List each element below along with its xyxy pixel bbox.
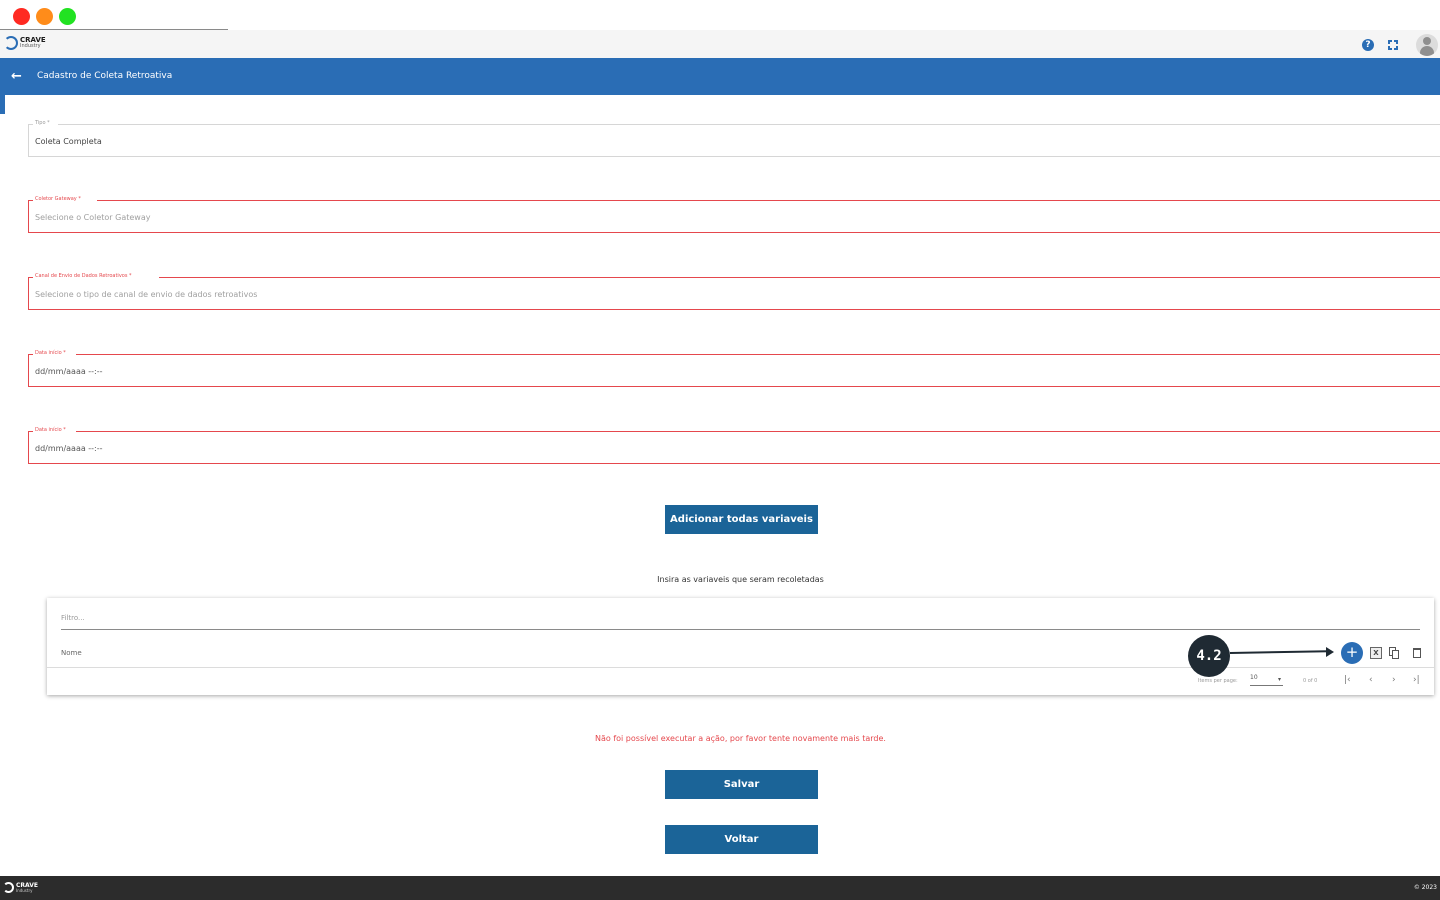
copyright: © 2023 (1413, 884, 1437, 891)
annotation-badge: 4.2 (1188, 635, 1230, 677)
caret-down-icon: ▾ (1277, 676, 1281, 683)
data-inicio-label: Data início * (35, 350, 66, 356)
logo-ring-icon (4, 36, 18, 50)
tipo-select[interactable]: Tipo * Coleta Completa (28, 120, 1440, 157)
next-page-icon[interactable]: › (1392, 675, 1396, 685)
variables-instruction: Insira as variaveis que seram recoletada… (657, 575, 824, 584)
back-button[interactable]: Voltar (665, 825, 818, 854)
items-per-page-label: Items per page: (1198, 678, 1238, 684)
tipo-value: Coleta Completa (35, 137, 102, 146)
data-fim-label: Data início * (35, 427, 66, 433)
brand-logo[interactable]: CRAVE Industry (4, 36, 46, 50)
maximize-window-button[interactable] (59, 8, 76, 25)
top-bar: CRAVE Industry ? (0, 30, 1440, 58)
add-all-variables-button[interactable]: Adicionar todas variaveis (665, 505, 818, 534)
error-message: Não foi possível executar a ação, por fa… (595, 734, 886, 743)
copy-icon[interactable] (1389, 647, 1399, 659)
items-per-page-select[interactable]: 10 ▾ (1250, 674, 1283, 686)
page-header: ← Cadastro de Coleta Retroativa (0, 58, 1440, 95)
data-inicio-input[interactable]: Data início * dd/mm/aaaa --:-- (28, 350, 1440, 387)
data-inicio-value: dd/mm/aaaa --:-- (35, 367, 103, 376)
filter-underline (61, 629, 1420, 630)
data-fim-input[interactable]: Data início * dd/mm/aaaa --:-- (28, 427, 1440, 464)
window-chrome (0, 0, 1440, 30)
top-bar-actions: ? (1362, 33, 1440, 57)
save-button[interactable]: Salvar (665, 770, 818, 799)
coletor-gateway-label: Coletor Gateway * (35, 196, 81, 202)
minimize-window-button[interactable] (36, 8, 53, 25)
footer-brand-sub: Industry (16, 887, 33, 893)
footer-logo-ring-icon (3, 882, 14, 893)
side-accent (0, 95, 5, 114)
coletor-gateway-select[interactable]: Coletor Gateway * Selecione o Coletor Ga… (28, 196, 1440, 233)
excel-icon[interactable]: X (1370, 647, 1382, 659)
canal-envio-placeholder: Selecione o tipo de canal de envio de da… (35, 290, 258, 299)
close-window-button[interactable] (13, 8, 30, 25)
data-fim-value: dd/mm/aaaa --:-- (35, 444, 103, 453)
arrow-left-icon[interactable]: ← (11, 70, 22, 83)
trash-icon[interactable] (1413, 648, 1421, 658)
last-page-icon[interactable]: ›| (1413, 675, 1420, 685)
page-title: Cadastro de Coleta Retroativa (37, 71, 173, 81)
footer: CRAVE Industry © 2023 (0, 876, 1440, 900)
annotation-arrow-head (1326, 647, 1334, 657)
tipo-label: Tipo * (35, 120, 50, 126)
column-header-nome[interactable]: Nome (61, 649, 82, 657)
first-page-icon[interactable]: |‹ (1344, 675, 1351, 685)
canal-envio-label: Canal de Envio de Dados Retroativos * (35, 273, 132, 279)
help-icon[interactable]: ? (1362, 39, 1374, 51)
pagination-range: 0 of 0 (1303, 678, 1318, 684)
previous-page-icon[interactable]: ‹ (1369, 675, 1373, 685)
footer-logo: CRAVE Industry (3, 882, 38, 893)
app-window: CRAVE Industry ? ← Cadastro de Coleta Re… (0, 0, 1440, 900)
coletor-gateway-placeholder: Selecione o Coletor Gateway (35, 213, 151, 222)
fullscreen-icon[interactable] (1388, 40, 1398, 50)
window-controls (13, 8, 76, 25)
user-avatar[interactable] (1416, 34, 1438, 56)
canal-envio-select[interactable]: Canal de Envio de Dados Retroativos * Se… (28, 273, 1440, 310)
items-per-page-value: 10 (1250, 674, 1258, 681)
filter-input[interactable]: Filtro... (61, 614, 85, 622)
plus-icon[interactable]: + (1341, 642, 1363, 664)
brand-sub: Industry (20, 43, 41, 49)
